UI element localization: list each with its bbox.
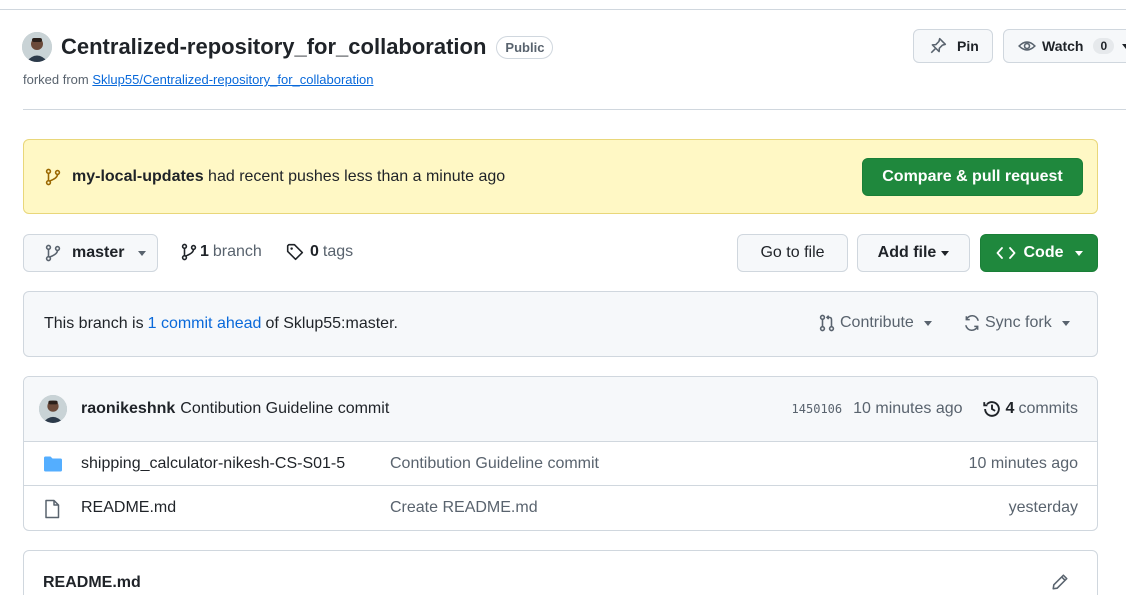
- add-file-label: Add file: [877, 244, 937, 261]
- add-file-button[interactable]: Add file: [857, 234, 970, 272]
- file-row[interactable]: README.md Create README.md yesterday: [24, 486, 1097, 530]
- chevron-down-icon: [941, 250, 950, 256]
- commit-time: 10 minutes ago: [853, 400, 963, 417]
- branch-word: branch: [212, 243, 262, 260]
- watch-label: Watch: [1042, 38, 1084, 54]
- pin-label: Pin: [957, 38, 979, 54]
- branch-select-button[interactable]: master: [23, 234, 158, 272]
- file-commit-time: 10 minutes ago: [968, 454, 1078, 472]
- folder-icon: [44, 456, 62, 472]
- fork-status-box: This branch is 1 commit ahead of Sklup55…: [23, 291, 1098, 357]
- chevron-down-icon: [1122, 43, 1126, 49]
- file-name[interactable]: README.md: [81, 499, 176, 517]
- recent-push-banner: my-local-updates had recent pushes less …: [23, 139, 1098, 214]
- readme-panel: README.md: [23, 550, 1098, 595]
- sync-fork-button[interactable]: Sync fork: [963, 314, 1070, 332]
- banner-message: my-local-updates had recent pushes less …: [72, 168, 505, 186]
- tag-word: tags: [322, 243, 354, 260]
- commit-author[interactable]: raonikeshnk: [81, 400, 175, 418]
- code-button[interactable]: Code: [980, 234, 1098, 272]
- tags-link[interactable]: 0 tags: [286, 243, 353, 261]
- pencil-icon[interactable]: [1051, 573, 1069, 591]
- top-border: [0, 0, 1126, 10]
- commit-message[interactable]: Contibution Guideline commit: [180, 400, 389, 418]
- commits-history-link[interactable]: 4 commits: [982, 399, 1078, 419]
- owner-avatar[interactable]: [22, 32, 52, 62]
- latest-commit-row: raonikeshnk Contibution Guideline commit…: [24, 377, 1097, 442]
- sync-icon: [965, 314, 979, 332]
- branch-icon: [45, 244, 61, 262]
- ahead-suffix: of Sklup55:master.: [265, 315, 398, 332]
- file-commit-message[interactable]: Create README.md: [390, 499, 538, 517]
- readme-title[interactable]: README.md: [43, 574, 141, 592]
- banner-branch: my-local-updates: [72, 167, 204, 185]
- branch-count: 1: [200, 243, 209, 260]
- tag-count: 0: [310, 243, 319, 260]
- history-icon: [982, 401, 1000, 417]
- commit-word: commits: [1018, 400, 1078, 417]
- chevron-down-icon: [923, 320, 932, 326]
- visibility-badge: Public: [496, 35, 554, 59]
- author-avatar[interactable]: [39, 395, 67, 423]
- contribute-button[interactable]: Contribute: [818, 314, 932, 332]
- sync-fork-label: Sync fork: [985, 314, 1052, 331]
- pull-request-icon: [819, 314, 835, 332]
- banner-text: had recent pushes less than a minute ago: [208, 167, 506, 185]
- go-to-file-button[interactable]: Go to file: [737, 234, 848, 272]
- file-name[interactable]: shipping_calculator-nikesh-CS-S01-5: [81, 455, 345, 473]
- eye-icon: [1018, 41, 1036, 51]
- chevron-down-icon: [1061, 320, 1070, 326]
- forked-from: forked from Sklup55/Centralized-reposito…: [23, 72, 373, 87]
- branch-icon: [181, 243, 197, 261]
- watch-count: 0: [1093, 38, 1115, 54]
- file-row[interactable]: shipping_calculator-nikesh-CS-S01-5 Cont…: [24, 442, 1097, 486]
- chevron-down-icon: [1074, 250, 1083, 256]
- code-label: Code: [1023, 244, 1064, 261]
- watch-button[interactable]: Watch 0: [1003, 29, 1126, 63]
- forked-from-link[interactable]: Sklup55/Centralized-repository_for_colla…: [92, 72, 373, 87]
- compare-pull-request-button[interactable]: Compare & pull request: [862, 158, 1083, 196]
- header-divider: [23, 109, 1126, 110]
- file-commit-time: yesterday: [1008, 499, 1078, 516]
- repo-name[interactable]: Centralized-repository_for_collaboration: [61, 34, 486, 60]
- branches-link[interactable]: 1 branch: [180, 243, 262, 261]
- code-icon: [996, 247, 1015, 259]
- repo-header: Centralized-repository_for_collaboration…: [22, 32, 554, 62]
- pin-button[interactable]: Pin: [913, 29, 993, 63]
- commit-sha[interactable]: 1450106: [792, 402, 843, 416]
- forked-prefix: forked from: [23, 72, 89, 87]
- commit-count: 4: [1005, 400, 1015, 417]
- tag-icon: [286, 243, 304, 261]
- file-commit-message[interactable]: Contibution Guideline commit: [390, 455, 599, 473]
- branch-icon: [45, 168, 61, 185]
- commit-meta: 1450106 10 minutes ago 4 commits: [792, 399, 1078, 419]
- pin-icon: [930, 37, 947, 54]
- commits-ahead-link[interactable]: 1 commit ahead: [148, 315, 262, 333]
- file-icon: [45, 499, 60, 519]
- branch-name: master: [72, 244, 125, 261]
- file-browser: raonikeshnk Contibution Guideline commit…: [23, 376, 1098, 531]
- ahead-prefix: This branch is: [44, 315, 144, 332]
- contribute-label: Contribute: [840, 314, 914, 331]
- chevron-down-icon: [138, 250, 147, 256]
